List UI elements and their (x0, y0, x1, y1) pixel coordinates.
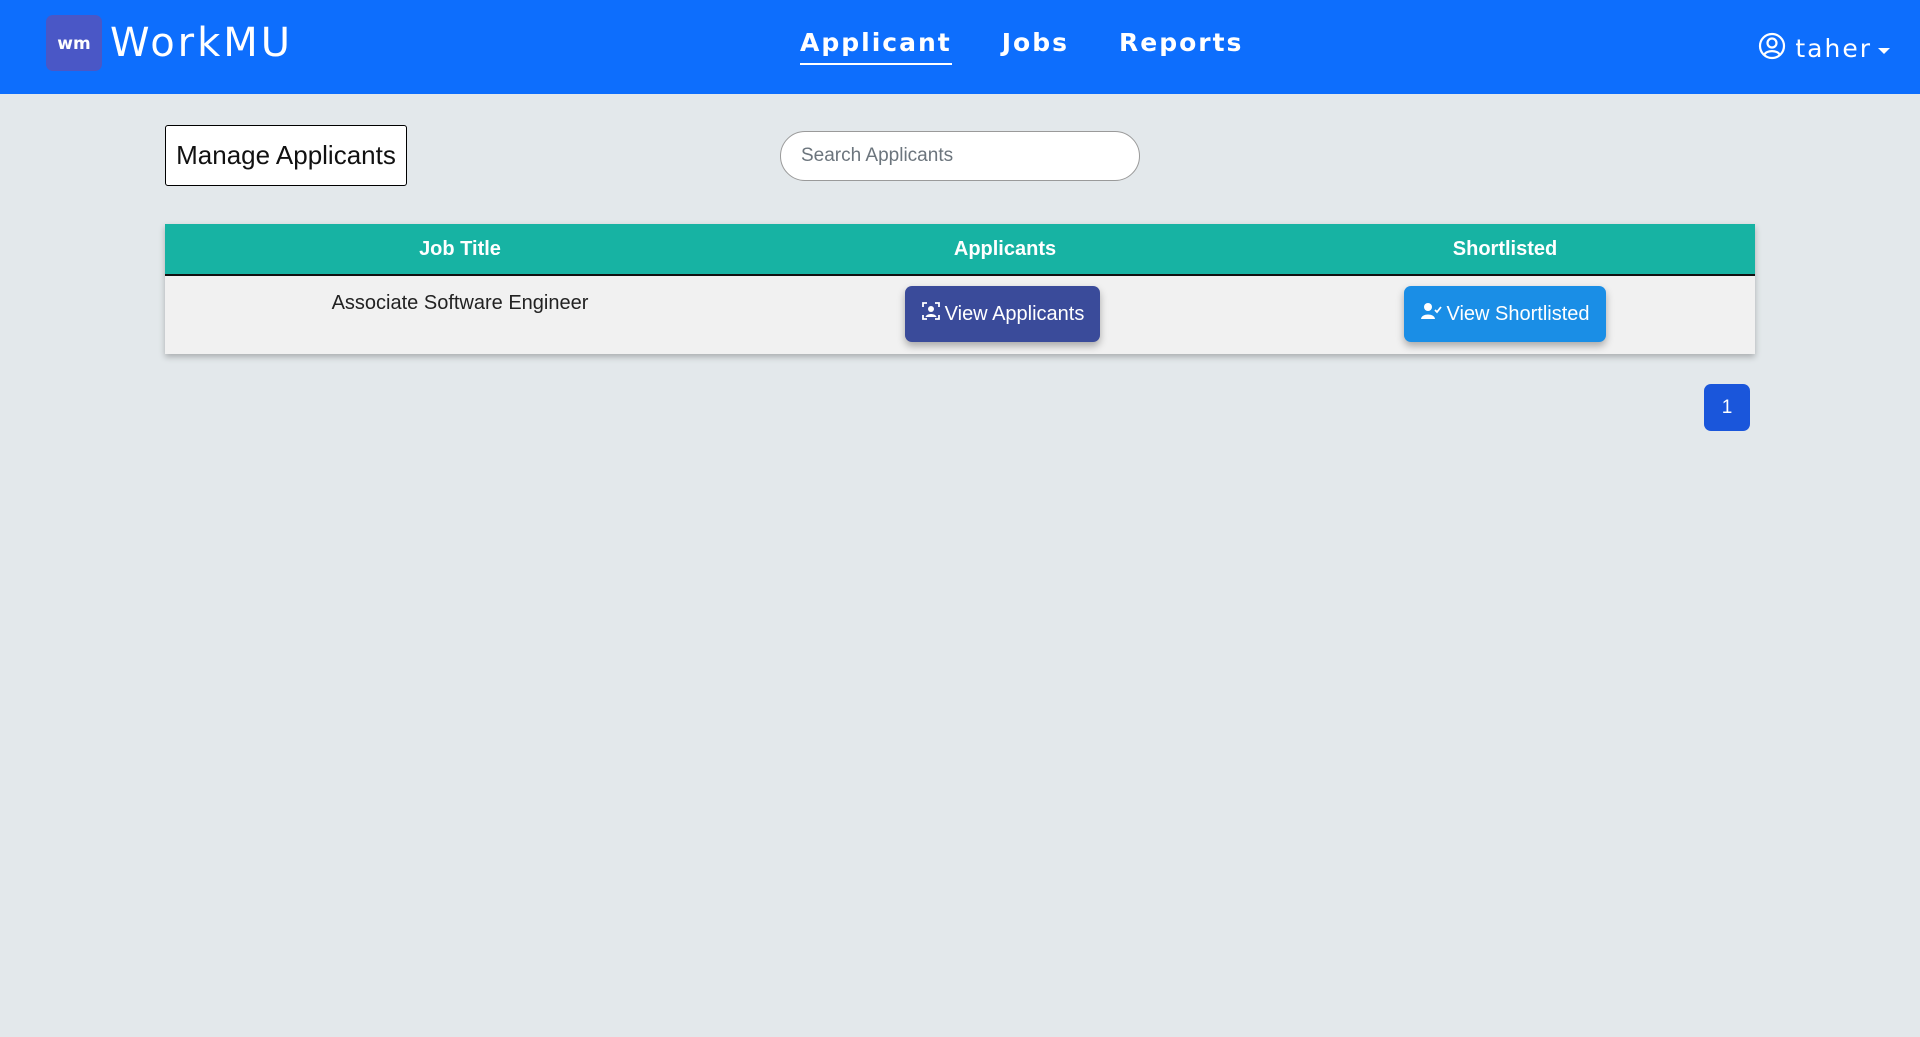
column-header-shortlisted: Shortlisted (1452, 237, 1558, 260)
table-row: Associate Software Engineer View Applica… (165, 276, 1755, 352)
view-shortlisted-button[interactable]: View Shortlisted (1404, 286, 1606, 342)
column-header-job-title: Job Title (419, 237, 501, 260)
caret-down-icon (1878, 47, 1890, 54)
view-applicants-label: View Applicants (944, 302, 1085, 325)
user-name: taher (1795, 34, 1872, 63)
user-check-icon (1420, 302, 1443, 326)
page-title: Manage Applicants (165, 125, 407, 186)
search-input[interactable] (780, 131, 1140, 181)
user-circle-icon (1758, 32, 1786, 65)
applicants-cell: View Applicants (755, 276, 1255, 342)
main-nav: Applicant Jobs Reports (800, 28, 1243, 65)
brand[interactable]: wm WorkMU (46, 15, 293, 71)
brand-name: WorkMU (110, 20, 294, 66)
top-navbar: wm WorkMU Applicant Jobs Reports taher (0, 0, 1920, 94)
job-title: Associate Software Engineer (331, 292, 589, 314)
nav-jobs[interactable]: Jobs (1002, 28, 1069, 65)
column-header-applicants: Applicants (953, 237, 1057, 260)
table-header: Job Title Applicants Shortlisted (165, 224, 1755, 276)
view-shortlisted-label: View Shortlisted (1446, 302, 1590, 325)
workmu-logo-icon: wm (46, 15, 102, 71)
nav-reports[interactable]: Reports (1119, 28, 1243, 65)
view-applicants-button[interactable]: View Applicants (904, 286, 1101, 342)
applicants-table: Job Title Applicants Shortlisted Associa… (165, 224, 1755, 354)
user-menu[interactable]: taher (1758, 32, 1890, 65)
user-frame-icon (921, 301, 941, 327)
svg-text:wm: wm (57, 34, 90, 53)
job-title-cell: Associate Software Engineer (165, 276, 755, 315)
shortlisted-cell: View Shortlisted (1255, 276, 1755, 342)
nav-applicant[interactable]: Applicant (800, 28, 952, 65)
pagination-page-1[interactable]: 1 (1704, 384, 1750, 431)
